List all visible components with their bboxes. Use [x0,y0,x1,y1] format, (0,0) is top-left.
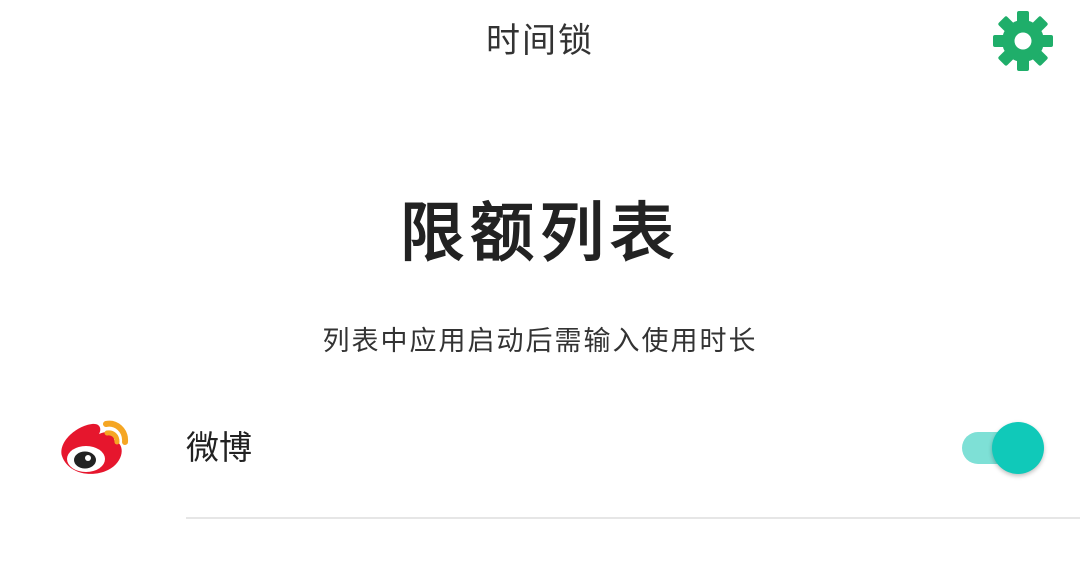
list-description: 列表中应用启动后需输入使用时长 [322,326,758,357]
settings-button[interactable] [990,8,1056,74]
list-item[interactable]: 微博 [0,400,1080,518]
toggle-thumb [992,422,1044,474]
top-bar: 时间锁 [0,0,1080,86]
app-name: 微博 [186,428,252,467]
page-title: 时间锁 [486,21,594,61]
divider [186,517,1080,519]
app-toggle-switch[interactable] [960,420,1050,476]
screen: 时间锁 限额列表 列表中应用启动后需输入使用时长 微博 [0,0,1080,587]
list-heading: 限额列表 [400,197,680,271]
weibo-icon [61,420,129,474]
gear-icon [993,11,1053,71]
